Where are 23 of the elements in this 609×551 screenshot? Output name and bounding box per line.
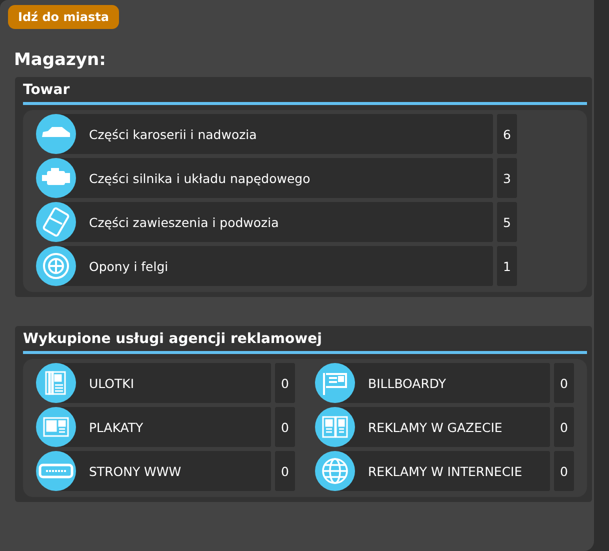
item-count: 0 [275,451,295,491]
list-item[interactable]: BILLBOARDY [337,363,550,403]
page-title: Magazyn: [14,50,107,70]
item-count: 0 [554,407,574,447]
list-item[interactable]: Części karoserii i nadwozia [58,114,493,154]
list-item[interactable]: STRONY WWW [58,451,271,491]
item-count: 3 [497,158,517,198]
list-item[interactable]: ULOTKI [58,363,271,403]
list-item[interactable]: Części zawieszenia i podwozia [58,202,493,242]
item-count: 1 [497,246,517,286]
item-count: 0 [275,363,295,403]
list-item[interactable]: REKLAMY W INTERNECIE [337,451,550,491]
item-count: 0 [554,451,574,491]
item-count: 6 [497,114,517,154]
list-item[interactable]: REKLAMY W GAZECIE [337,407,550,447]
item-count: 0 [554,363,574,403]
item-count: 0 [275,407,295,447]
item-count: 5 [497,202,517,242]
panel-heading: Towar [23,82,587,105]
list-item[interactable]: Części silnika i układu napędowego [58,158,493,198]
list-item[interactable]: PLAKATY [58,407,271,447]
panel-heading: Wykupione usługi agencji reklamowej [23,331,587,354]
list-item[interactable]: Opony i felgi [58,246,493,286]
